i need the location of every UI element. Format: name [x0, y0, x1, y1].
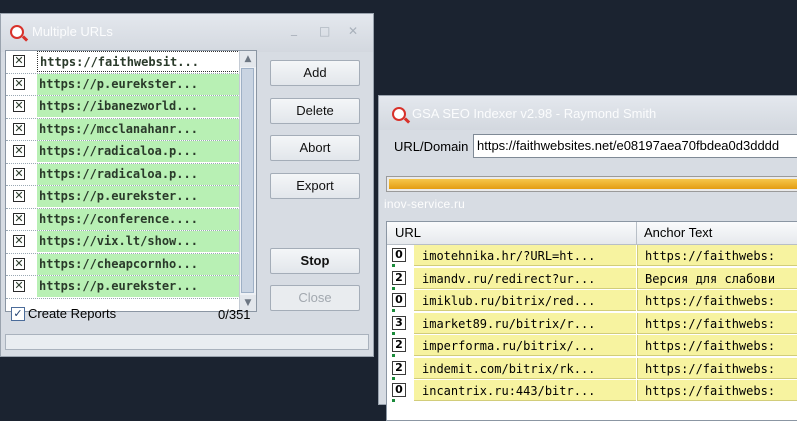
progress-fill [389, 179, 797, 189]
checkbox[interactable]: ✕ [13, 235, 25, 247]
table-row[interactable]: 2 imandv.ru/redirect?ur... Версия для слаб… [387, 267, 797, 291]
list-item-url: https://conference.... [37, 208, 240, 230]
row-anchor-text: https://faithwebs: [637, 380, 797, 401]
column-divider[interactable] [636, 222, 637, 244]
list-item[interactable]: ✕ https://p.eurekster... [6, 276, 240, 299]
row-count-badge: 2 [392, 360, 406, 375]
progress-status-text: inov-service.ru [384, 197, 466, 211]
list-item-url: https://vix.lt/show... [37, 231, 240, 252]
stop-button[interactable]: Stop [270, 248, 360, 274]
row-url: imperforma.ru/bitrix/... [414, 335, 636, 356]
list-item[interactable]: ✕ https://ibanezworld... [6, 96, 240, 119]
checkbox[interactable]: ✕ [13, 100, 25, 112]
list-item-url: https://cheapcornho... [37, 253, 240, 275]
list-item[interactable]: ✕ https://vix.lt/show... [6, 231, 240, 254]
row-count-badge: 2 [392, 270, 406, 285]
add-button[interactable]: Add [270, 60, 360, 86]
table-row[interactable]: 3 imarket89.ru/bitrix/r... https://faithwe… [387, 312, 797, 336]
url-list[interactable]: ✕ https://faithwebsit... ✕ https://p.eurek… [5, 50, 257, 312]
row-anchor-text: https://faithwebs: [637, 245, 797, 266]
checkbox[interactable]: ✕ [13, 167, 25, 180]
title-bar[interactable]: GSA SEO Indexer v2.98 - Raymond Smith [379, 96, 797, 130]
list-item[interactable]: ✕ https://p.eurekster... [6, 186, 240, 209]
grid-header: URL Anchor Text [387, 222, 797, 245]
checkbox[interactable]: ✕ [13, 190, 25, 202]
row-anchor-text: https://faithwebs: [637, 290, 797, 311]
list-item-url: https://ibanezworld... [37, 96, 240, 117]
list-item-url: https://p.eurekster... [37, 276, 240, 297]
list-item[interactable]: ✕ https://faithwebsit... [6, 51, 240, 74]
row-url: imandv.ru/redirect?ur... [414, 267, 636, 289]
checkbox[interactable]: ✕ [13, 122, 25, 135]
table-row[interactable]: 0 imiklub.ru/bitrix/red... https://faithwe… [387, 290, 797, 313]
column-header-url[interactable]: URL [395, 222, 421, 244]
window-title: GSA SEO Indexer v2.98 - Raymond Smith [412, 106, 657, 121]
list-item[interactable]: ✕ https://conference.... [6, 208, 240, 231]
gsa-seo-indexer-window: GSA SEO Indexer v2.98 - Raymond Smith UR… [378, 95, 797, 421]
list-item-url: https://faithwebsit... [37, 51, 240, 72]
abort-button[interactable]: Abort [270, 135, 360, 161]
progress-bar [386, 176, 797, 192]
row-url: imarket89.ru/bitrix/r... [414, 312, 636, 334]
export-button[interactable]: Export [270, 173, 360, 199]
list-item-url: https://p.eurekster... [37, 73, 240, 95]
url-counter: 0/351 [218, 307, 251, 322]
column-header-anchor-text[interactable]: Anchor Text [644, 222, 712, 244]
row-count-badge: 0 [392, 293, 406, 307]
row-url: incantrix.ru:443/bitr... [414, 380, 636, 401]
checkbox[interactable]: ✕ [13, 55, 25, 67]
list-item[interactable]: ✕ https://cheapcornho... [6, 253, 240, 276]
minimize-icon[interactable]: _ [291, 22, 297, 36]
create-reports-checkbox[interactable]: ✓ [11, 307, 25, 321]
url-list-rows: ✕ https://faithwebsit... ✕ https://p.eurek… [6, 51, 240, 299]
table-row[interactable]: 0 imotehnika.hr/?URL=ht... https://faithwe… [387, 245, 797, 268]
maximize-icon[interactable]: □ [319, 24, 330, 38]
checkbox[interactable]: ✕ [13, 77, 25, 90]
row-anchor-text: https://faithwebs: [637, 357, 797, 379]
checkbox[interactable]: ✕ [13, 212, 25, 225]
checkbox[interactable]: ✕ [13, 145, 25, 157]
table-row[interactable]: 0 incantrix.ru:443/bitr... https://faithwe… [387, 380, 797, 403]
table-row[interactable]: 2 indemit.com/bitrix/rk... https://faithwe… [387, 357, 797, 381]
create-reports-label: Create Reports [28, 306, 117, 321]
close-icon[interactable]: ✕ [348, 24, 358, 38]
app-magnifier-icon [392, 107, 406, 121]
list-item[interactable]: ✕ https://mcclanahanr... [6, 118, 240, 141]
checkbox[interactable]: ✕ [13, 280, 25, 292]
scrollbar-thumb[interactable] [241, 68, 254, 293]
status-marker [392, 399, 395, 402]
window-title: Multiple URLs [32, 24, 113, 39]
multiple-urls-window: Multiple URLs _ □ ✕ ✕ https://faithwebsit… [0, 13, 374, 357]
list-item-url: https://radicaloa.p... [37, 163, 240, 185]
url-domain-label: URL/Domain [394, 139, 469, 154]
list-item-url: https://p.eurekster... [37, 186, 240, 207]
scroll-up-icon[interactable]: ▲ [240, 51, 256, 67]
url-domain-input[interactable]: https://faithwebsites.net/e08197aea70fbd… [473, 134, 797, 158]
status-bar [5, 334, 369, 350]
list-item-url: https://mcclanahanr... [37, 118, 240, 140]
list-item[interactable]: ✕ https://radicaloa.p... [6, 163, 240, 186]
row-count-badge: 2 [392, 338, 406, 352]
row-anchor-text: Версия для слабови [637, 267, 797, 289]
close-button: Close [270, 285, 360, 311]
vertical-scrollbar[interactable]: ▲ ▼ [239, 51, 256, 311]
row-anchor-text: https://faithwebs: [637, 335, 797, 356]
list-item[interactable]: ✕ https://radicaloa.p... [6, 141, 240, 164]
table-row[interactable]: 2 imperforma.ru/bitrix/... https://faithwe… [387, 335, 797, 358]
row-count-badge: 3 [392, 315, 406, 330]
row-url: indemit.com/bitrix/rk... [414, 357, 636, 379]
row-url: imotehnika.hr/?URL=ht... [414, 245, 636, 266]
row-url: imiklub.ru/bitrix/red... [414, 290, 636, 311]
row-anchor-text: https://faithwebs: [637, 312, 797, 334]
title-bar[interactable]: Multiple URLs _ □ ✕ [1, 14, 373, 52]
checkbox[interactable]: ✕ [13, 257, 25, 270]
app-magnifier-icon [10, 25, 24, 39]
list-item[interactable]: ✕ https://p.eurekster... [6, 73, 240, 96]
list-item-url: https://radicaloa.p... [37, 141, 240, 162]
delete-button[interactable]: Delete [270, 98, 360, 124]
results-grid[interactable]: URL Anchor Text 0 imotehnika.hr/?URL=ht..… [386, 221, 797, 421]
row-count-badge: 0 [392, 248, 406, 262]
